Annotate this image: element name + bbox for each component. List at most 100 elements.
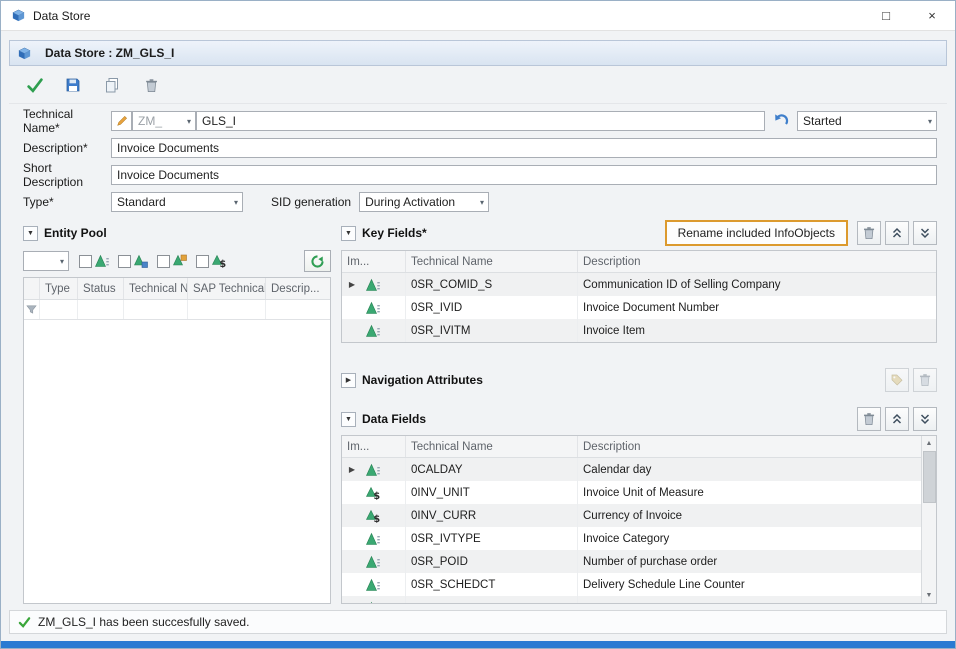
row-expander-cell[interactable]: [342, 504, 362, 527]
activate-button[interactable]: [23, 74, 45, 96]
technical-name-cell: 0SR_IVITM: [406, 319, 578, 342]
technical-name-label: Technical Name*: [23, 107, 111, 135]
column-header-sap-technical-name[interactable]: SAP Technical ...: [188, 278, 266, 299]
double-chevron-down-icon: [919, 227, 931, 239]
key-fields-delete-button[interactable]: [857, 221, 881, 245]
filter-key-figure-checkbox[interactable]: [196, 255, 209, 268]
row-expander-icon[interactable]: ▶: [349, 465, 355, 474]
undo-arrow-icon: [773, 113, 789, 129]
fields-section: Key Fields* Rename included InfoObjects: [341, 220, 937, 604]
filter-cell-status[interactable]: [78, 300, 124, 319]
unit-icon: $: [212, 254, 226, 268]
table-row[interactable]: 0SR_SCHEDCT Delivery Schedule Line Count…: [342, 573, 921, 596]
column-header-technical-name[interactable]: Technical N...: [124, 278, 188, 299]
entity-pool-collapse-icon[interactable]: [23, 226, 38, 241]
table-row[interactable]: ▶ 0SR_COMID_S Communication ID of Sellin…: [342, 273, 936, 296]
technical-name-input[interactable]: GLS_I: [196, 111, 765, 131]
column-header-technical-name[interactable]: Technical Name: [406, 251, 578, 272]
filter-cell-technical-name[interactable]: [124, 300, 188, 319]
entity-pool-filter-combo[interactable]: [23, 251, 69, 271]
column-header-type[interactable]: Type: [40, 278, 78, 299]
data-fields-collapse-icon[interactable]: [341, 412, 356, 427]
titlebar[interactable]: Data Store □ ×: [1, 1, 955, 31]
filter-time-characteristic-checkbox[interactable]: [118, 255, 131, 268]
short-description-row: Short Description Invoice Documents: [23, 165, 937, 185]
row-expander-cell[interactable]: [342, 319, 362, 342]
funnel-icon: [26, 304, 37, 315]
add-navigation-attribute-button[interactable]: [885, 368, 909, 392]
table-row[interactable]: ▶ 0CALDAY Calendar day: [342, 458, 921, 481]
filter-characteristic-checkbox[interactable]: [79, 255, 92, 268]
row-expander-cell[interactable]: [342, 296, 362, 319]
row-expander-cell[interactable]: ▶: [342, 458, 362, 481]
rename-infoobjects-button[interactable]: Rename included InfoObjects: [665, 220, 848, 246]
table-row[interactable]: $ 0INV_CURR Currency of Invoice: [342, 504, 921, 527]
sid-generation-combo[interactable]: During Activation: [359, 192, 489, 212]
row-expander-cell[interactable]: [342, 596, 362, 603]
table-row[interactable]: 0SR_IVID Invoice Document Number: [342, 296, 936, 319]
edit-pencil-button[interactable]: [111, 111, 132, 131]
key-fields-move-down-button[interactable]: [913, 221, 937, 245]
column-header-im[interactable]: Im...: [342, 436, 406, 457]
filter-row-indicator[interactable]: [24, 300, 40, 319]
filter-attribute-checkbox[interactable]: [157, 255, 170, 268]
navigation-attributes-expand-icon[interactable]: [341, 373, 356, 388]
row-expander-cell[interactable]: ▶: [342, 273, 362, 296]
row-expander-cell[interactable]: [342, 573, 362, 596]
table-row[interactable]: 0SR_IVTYPE Invoice Category: [342, 527, 921, 550]
data-fields-move-up-button[interactable]: [885, 407, 909, 431]
column-header-description[interactable]: Descrip...: [266, 278, 330, 299]
short-description-input[interactable]: Invoice Documents: [111, 165, 937, 185]
row-expander-cell[interactable]: [342, 527, 362, 550]
status-combo[interactable]: Started: [797, 111, 937, 131]
entity-pool-table-body[interactable]: [24, 320, 330, 603]
column-header-status[interactable]: Status: [78, 278, 124, 299]
characteristic-orange-icon: [173, 254, 187, 268]
table-row[interactable]: $ 0INV_UNIT Invoice Unit of Measure: [342, 481, 921, 504]
close-button[interactable]: ×: [909, 1, 955, 30]
key-fields-move-up-button[interactable]: [885, 221, 909, 245]
technical-name-cell: 0SR_IVTYPE: [406, 527, 578, 550]
data-fields-delete-button[interactable]: [857, 407, 881, 431]
column-header-description[interactable]: Description: [578, 251, 936, 272]
refresh-button[interactable]: [304, 250, 331, 272]
row-expander-cell[interactable]: [342, 481, 362, 504]
table-row[interactable]: 0SR_POID Number of purchase order: [342, 550, 921, 573]
entity-pool-toolbar: $: [23, 247, 331, 275]
characteristic-icon: [366, 578, 380, 592]
technical-name-cell: 0CALDAY: [406, 458, 578, 481]
data-fields-move-down-button[interactable]: [913, 407, 937, 431]
save-button[interactable]: [62, 74, 84, 96]
table-row[interactable]: 0SR_IVITM Invoice Item: [342, 319, 936, 342]
row-expander-icon[interactable]: ▶: [349, 280, 355, 289]
trash-icon: [918, 373, 932, 387]
filter-cell-type[interactable]: [40, 300, 78, 319]
description-label: Description*: [23, 141, 111, 155]
key-fields-actions: Rename included InfoObjects: [665, 220, 937, 246]
scrollbar-thumb[interactable]: [923, 451, 936, 503]
navigation-attributes-delete-button[interactable]: [913, 368, 937, 392]
scroll-down-button[interactable]: [922, 588, 937, 603]
copy-button[interactable]: [101, 74, 123, 96]
filter-cell-sap-technical-name[interactable]: [188, 300, 266, 319]
column-header-im[interactable]: Im...: [342, 251, 406, 272]
vertical-scrollbar[interactable]: [921, 436, 936, 603]
type-combo[interactable]: Standard: [111, 192, 243, 212]
technical-name-cell: 0SR_SCHEDCT: [406, 573, 578, 596]
scroll-up-button[interactable]: [922, 436, 937, 451]
row-expander-cell[interactable]: [342, 550, 362, 573]
column-header-description[interactable]: Description: [578, 436, 921, 457]
characteristic-icon: [366, 532, 380, 546]
table-row-partial[interactable]: [342, 596, 921, 603]
description-input[interactable]: Invoice Documents: [111, 138, 937, 158]
data-fields-actions: [857, 407, 937, 431]
editor-columns: Entity Pool: [9, 212, 947, 604]
delete-button[interactable]: [140, 74, 162, 96]
navigation-attributes-header: Navigation Attributes: [341, 367, 937, 393]
key-fields-collapse-icon[interactable]: [341, 226, 356, 241]
technical-name-prefix-combo[interactable]: ZM_: [132, 111, 196, 131]
maximize-button[interactable]: □: [863, 1, 909, 30]
column-header-technical-name[interactable]: Technical Name: [406, 436, 578, 457]
filter-cell-description[interactable]: [266, 300, 330, 319]
undo-button[interactable]: [770, 110, 792, 132]
